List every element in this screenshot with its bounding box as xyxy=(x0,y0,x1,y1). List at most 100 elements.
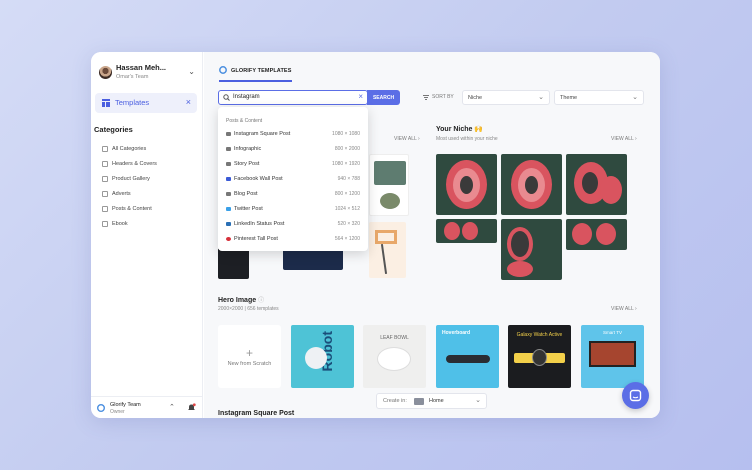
template-thumbnail xyxy=(600,176,622,204)
category-checkbox[interactable]: Product Gallery xyxy=(102,174,150,184)
template-card[interactable] xyxy=(218,248,249,279)
sort-label-text: SORT BY xyxy=(432,94,454,100)
search-icon xyxy=(223,94,230,101)
tab-glorify-templates[interactable]: GLORIFY TEMPLATES xyxy=(219,66,293,82)
template-thumbnail xyxy=(377,347,411,371)
new-from-scratch-card[interactable]: + New from Scratch xyxy=(218,325,281,388)
template-thumbnail xyxy=(380,244,388,274)
search-input[interactable]: Instagram xyxy=(233,94,260,100)
category-label: Headers & Covers xyxy=(112,161,157,167)
category-label: Ebook xyxy=(112,221,128,227)
checkbox-icon[interactable] xyxy=(102,191,108,197)
view-all-link[interactable]: VIEW ALL › xyxy=(394,136,420,142)
template-thumbnail xyxy=(525,176,538,194)
clear-search-icon[interactable]: × xyxy=(358,92,363,101)
dropdown-item[interactable]: Blog Post 800 × 1200 xyxy=(226,189,360,199)
template-thumbnail xyxy=(507,261,533,277)
checkbox-icon[interactable] xyxy=(102,221,108,227)
user-switcher[interactable]: Hassan Meh... Omar's Team ⌄ xyxy=(99,63,195,89)
template-card[interactable] xyxy=(501,154,562,215)
template-card[interactable]: LEAF BOWL xyxy=(363,325,426,388)
template-card[interactable] xyxy=(436,219,497,243)
dropdown-item[interactable]: Facebook Wall Post 940 × 788 xyxy=(226,174,360,184)
chat-launcher-button[interactable] xyxy=(622,382,649,409)
dropdown-item[interactable]: Pinterest Tall Post 564 × 1200 xyxy=(226,234,360,244)
image-icon xyxy=(226,162,231,166)
category-label: Adverts xyxy=(112,191,131,197)
template-thumbnail xyxy=(572,223,592,245)
category-checkbox[interactable]: Ebook xyxy=(102,219,128,229)
app-window: Hassan Meh... Omar's Team ⌄ Templates × … xyxy=(91,52,660,418)
team-switcher[interactable]: Glorify Team Owner ⌃ xyxy=(91,396,203,418)
create-in-select[interactable]: Create in: Home ⌄ xyxy=(376,393,487,409)
team-name: Glorify Team xyxy=(110,402,141,408)
dropdown-item[interactable]: Story Post 1080 × 1920 xyxy=(226,159,360,169)
category-checkbox[interactable]: Adverts xyxy=(102,189,131,199)
checkbox-icon[interactable] xyxy=(102,161,108,167)
category-label: All Categories xyxy=(112,146,147,152)
template-thumbnail xyxy=(596,223,616,245)
chat-icon xyxy=(629,389,642,402)
sidebar-item-templates[interactable]: Templates × xyxy=(95,93,197,113)
pinterest-icon xyxy=(226,237,231,241)
dropdown-item[interactable]: Instagram Square Post 1080 × 1080 xyxy=(226,129,360,139)
category-checkbox[interactable]: All Categories xyxy=(102,144,146,154)
template-card[interactable] xyxy=(369,154,409,216)
template-thumbnail xyxy=(444,222,460,240)
main-content: GLORIFY TEMPLATES Instagram × SEARCH SOR… xyxy=(204,52,660,418)
checkbox-icon[interactable] xyxy=(102,176,108,182)
template-card[interactable] xyxy=(501,219,562,280)
template-card[interactable]: Robot xyxy=(291,325,354,388)
info-icon: ⓘ xyxy=(258,298,265,304)
checkbox-icon[interactable] xyxy=(102,206,108,212)
sidebar-item-label: Templates xyxy=(115,98,150,107)
section-title-niche: Your Niche 🙌 xyxy=(436,126,484,133)
dropdown-item[interactable]: LinkedIn Status Post 520 × 320 xyxy=(226,219,360,229)
category-label: Product Gallery xyxy=(112,176,150,182)
template-card[interactable]: Hoverboard xyxy=(436,325,499,388)
tab-label: GLORIFY TEMPLATES xyxy=(231,68,292,74)
checkbox-icon[interactable] xyxy=(102,146,108,152)
chevron-up-icon[interactable]: ⌃ xyxy=(169,403,175,411)
template-thumbnail xyxy=(380,193,400,209)
template-card[interactable] xyxy=(369,222,406,278)
template-card[interactable] xyxy=(566,219,627,250)
tab-bar: GLORIFY TEMPLATES xyxy=(204,52,660,82)
template-card[interactable] xyxy=(436,154,497,215)
template-card[interactable]: Smart TV xyxy=(581,325,644,388)
sidebar: Hassan Meh... Omar's Team ⌄ Templates × … xyxy=(91,52,203,418)
image-icon xyxy=(226,132,231,136)
template-card[interactable] xyxy=(283,248,343,270)
dropdown-item[interactable]: Infographic 800 × 2000 xyxy=(226,144,360,154)
bell-icon[interactable] xyxy=(187,403,196,412)
glorify-logo-icon xyxy=(97,404,105,412)
search-suggestions-dropdown: Posts & Content Instagram Square Post 108… xyxy=(218,107,368,251)
view-all-link[interactable]: VIEW ALL › xyxy=(611,136,637,142)
template-thumbnail xyxy=(462,222,478,240)
view-all-link[interactable]: VIEW ALL › xyxy=(611,306,637,312)
image-icon xyxy=(226,147,231,151)
template-thumbnail xyxy=(589,341,636,367)
avatar xyxy=(99,66,112,79)
template-thumbnail xyxy=(374,161,406,185)
category-checkbox[interactable]: Headers & Covers xyxy=(102,159,157,169)
template-thumbnail xyxy=(532,349,547,366)
template-card[interactable] xyxy=(566,154,627,215)
category-checkbox[interactable]: Posts & Content xyxy=(102,204,152,214)
template-card[interactable]: Galaxy Watch Active xyxy=(508,325,571,388)
templates-icon xyxy=(102,99,110,107)
plus-icon: + xyxy=(245,345,253,360)
facebook-icon xyxy=(226,177,231,181)
template-thumbnail xyxy=(507,227,533,261)
dropdown-item[interactable]: Twitter Post 1024 × 512 xyxy=(226,204,360,214)
chevron-down-icon[interactable]: ⌄ xyxy=(188,67,195,76)
theme-select[interactable]: Theme ⌄ xyxy=(554,90,644,105)
search-button[interactable]: SEARCH xyxy=(367,90,400,105)
template-thumbnail xyxy=(460,176,473,194)
search-field[interactable]: Instagram × xyxy=(218,90,368,105)
folder-icon xyxy=(414,398,424,405)
niche-select[interactable]: Niche ⌄ xyxy=(462,90,550,105)
close-icon[interactable]: × xyxy=(186,97,191,107)
template-title: Galaxy Watch Active xyxy=(516,332,563,338)
chevron-down-icon: ⌄ xyxy=(475,397,481,404)
